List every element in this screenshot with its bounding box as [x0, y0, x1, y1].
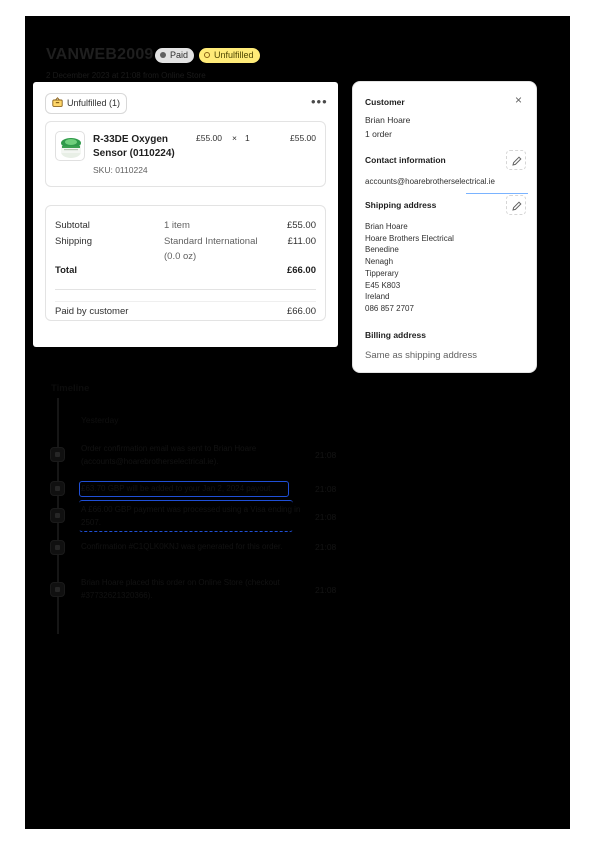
fulfillment-card: Unfulfilled (1) ••• R-33DE Oxygen Sensor… — [33, 82, 338, 347]
timeline-event-icon — [50, 582, 65, 597]
focus-indicator — [466, 193, 528, 194]
line-total: £55.00 — [290, 133, 316, 143]
paid-dot-icon — [160, 52, 166, 58]
pencil-icon — [512, 201, 522, 211]
billing-address-value: Same as shipping address — [365, 350, 477, 361]
focus-ring — [79, 500, 293, 532]
timeline-event-time: 21:08 — [315, 450, 337, 460]
subtotal-detail: 1 item — [164, 220, 190, 231]
timeline-event-time: 21:08 — [315, 542, 337, 552]
shipping-address-heading: Shipping address — [365, 200, 437, 210]
edit-shipping-address-button[interactable] — [506, 195, 526, 215]
unfulfilled-status-button[interactable]: Unfulfilled (1) — [45, 93, 128, 114]
timeline-event-icon — [50, 447, 65, 462]
address-line: Benedine — [365, 245, 399, 255]
close-icon[interactable]: × — [515, 94, 522, 106]
address-line: Brian Hoare — [365, 222, 408, 231]
focus-ring — [79, 481, 289, 497]
package-icon — [52, 97, 63, 107]
customer-card: Customer × Brian Hoare 1 order Contact i… — [352, 81, 537, 373]
timeline-event-text[interactable]: Brian Hoare placed this order on Online … — [81, 577, 301, 602]
quantity: 1 — [245, 133, 250, 143]
address-line: Hoare Brothers Electrical — [365, 233, 454, 243]
order-meta: 2 December 2023 at 21:08 from Online Sto… — [46, 71, 206, 80]
paid-badge-label: Paid — [170, 50, 189, 60]
total-label: Total — [55, 265, 77, 276]
shipping-value: £11.00 — [287, 236, 316, 247]
summary-divider — [55, 301, 316, 302]
paid-badge: Paid — [155, 48, 195, 63]
product-sku: SKU: 0110224 — [93, 165, 148, 175]
summary-divider — [55, 289, 316, 290]
address-line: E45 K803 — [365, 280, 401, 290]
address-phone[interactable]: 086 857 2707 — [365, 303, 454, 315]
billing-address-heading: Billing address — [365, 330, 426, 340]
timeline-event-time: 21:08 — [315, 484, 337, 494]
pencil-icon — [512, 156, 522, 166]
times-sign: × — [232, 133, 237, 143]
sensor-product-thumbnail — [61, 138, 81, 158]
timeline-event-text[interactable]: Confirmation #C1QLK0KNJ was generated fo… — [81, 541, 301, 554]
more-icon[interactable]: ••• — [311, 94, 328, 109]
unfulfilled-badge: Unfulfilled — [199, 48, 260, 63]
product-thumbnail[interactable] — [55, 131, 85, 161]
edit-contact-button[interactable] — [506, 150, 526, 170]
customer-email[interactable]: accounts@hoarebrotherselectrical.ie — [365, 177, 495, 186]
shipping-address: Brian Hoare Hoare Brothers Electrical Be… — [365, 221, 454, 315]
address-line: Tipperary — [365, 268, 399, 278]
customer-heading: Customer — [365, 97, 405, 107]
contact-heading: Contact information — [365, 155, 446, 165]
shipping-detail: Standard International (0.0 oz) — [164, 236, 258, 262]
unfulfilled-status-label: Unfulfilled (1) — [67, 98, 121, 108]
payment-summary: Subtotal 1 item £55.00 Shipping Standard… — [45, 205, 326, 321]
product-name[interactable]: R-33DE Oxygen Sensor (0110224) — [93, 133, 193, 161]
customer-order-count[interactable]: 1 order — [365, 129, 392, 139]
timeline-event-text[interactable]: Order confirmation email was sent to Bri… — [81, 443, 301, 468]
timeline-event-icon — [50, 540, 65, 555]
paid-by-customer-value: £66.00 — [286, 306, 316, 317]
unit-price: £55.00 — [196, 133, 222, 143]
timeline-event-icon — [50, 481, 65, 496]
shipping-label: Shipping — [55, 236, 92, 247]
address-line: Ireland — [365, 292, 390, 302]
subtotal-value: £55.00 — [286, 220, 316, 231]
unfulfilled-badge-label: Unfulfilled — [214, 50, 254, 60]
total-value: £66.00 — [286, 265, 316, 276]
timeline-title: Timeline — [51, 383, 90, 394]
timeline-event-time: 21:08 — [315, 512, 337, 522]
timeline-day: Yesterday — [81, 415, 119, 425]
timeline-event-time: 21:08 — [315, 585, 337, 595]
customer-name[interactable]: Brian Hoare — [365, 115, 410, 125]
unfulfilled-dot-icon — [204, 52, 210, 58]
paid-by-customer-label: Paid by customer — [55, 306, 129, 317]
order-number: VANWEB2009 — [46, 46, 154, 63]
address-line: Nenagh — [365, 257, 394, 267]
line-item: R-33DE Oxygen Sensor (0110224) SKU: 0110… — [45, 121, 326, 187]
subtotal-label: Subtotal — [55, 220, 90, 231]
timeline-event-icon — [50, 508, 65, 523]
